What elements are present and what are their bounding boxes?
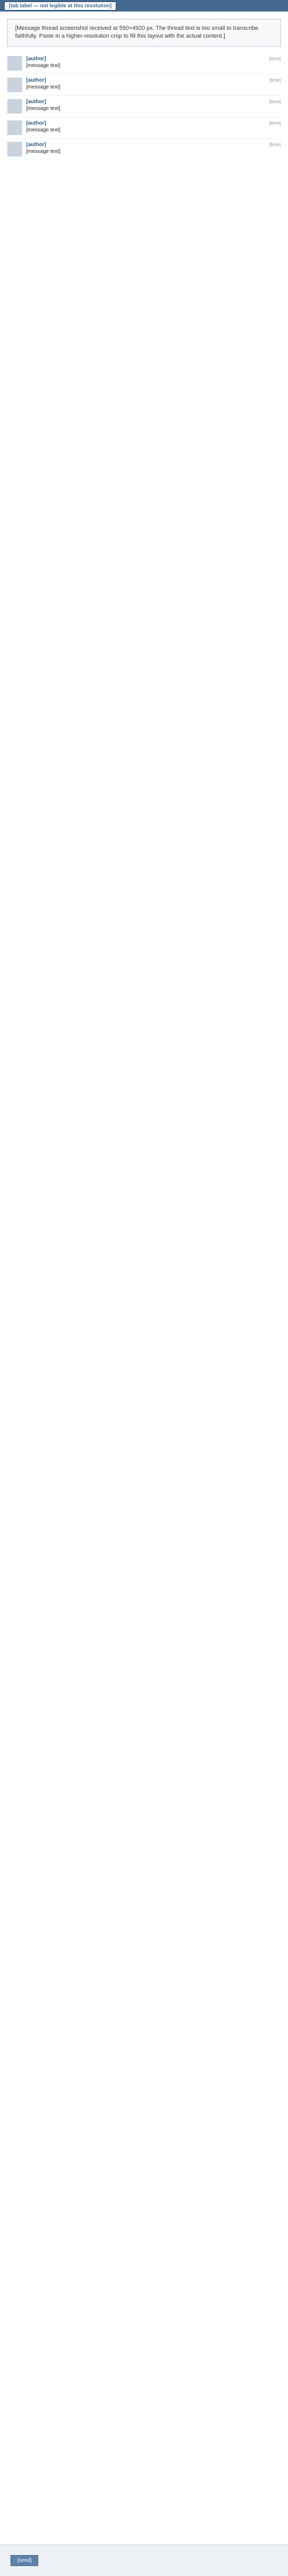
message-time: [time]	[269, 77, 281, 83]
avatar[interactable]	[7, 55, 22, 71]
placeholder-notice: [Message thread screenshot received at 5…	[7, 19, 281, 47]
message-header: [author] [time]	[26, 99, 281, 105]
conversation-tab[interactable]: [tab label — not legible at this resolut…	[4, 1, 117, 10]
message-body: [author] [time] [message text]	[26, 56, 281, 69]
send-button[interactable]: [send]	[10, 2555, 39, 2566]
message-header: [author] [time]	[26, 142, 281, 148]
message-item: [author] [time] [message text]	[7, 117, 281, 139]
message-header: [author] [time]	[26, 77, 281, 83]
avatar[interactable]	[7, 141, 22, 157]
message-text: [message text]	[26, 148, 61, 154]
message-item: [author] [time] [message text]	[7, 139, 281, 160]
message-author[interactable]: [author]	[26, 56, 46, 62]
message-author[interactable]: [author]	[26, 77, 46, 83]
message-time: [time]	[269, 55, 281, 61]
message-item: [author] [time] [message text]	[7, 96, 281, 117]
message-author[interactable]: [author]	[26, 99, 46, 105]
message-body: [author] [time] [message text]	[26, 120, 281, 133]
message-item: [author] [time] [message text]	[7, 74, 281, 96]
message-text: [message text]	[26, 127, 61, 133]
message-body: [author] [time] [message text]	[26, 77, 281, 90]
avatar[interactable]	[7, 98, 22, 114]
message-text: [message text]	[26, 105, 61, 112]
message-time: [time]	[269, 98, 281, 104]
message-author[interactable]: [author]	[26, 142, 46, 148]
message-text: [message text]	[26, 84, 61, 90]
window-top-bar: [tab label — not legible at this resolut…	[0, 0, 288, 12]
composer-bar: [send]	[0, 2545, 288, 2576]
avatar[interactable]	[7, 77, 22, 92]
message-header: [author] [time]	[26, 56, 281, 62]
avatar[interactable]	[7, 120, 22, 135]
message-author[interactable]: [author]	[26, 120, 46, 126]
message-body: [author] [time] [message text]	[26, 142, 281, 154]
message-text: [message text]	[26, 62, 61, 69]
message-header: [author] [time]	[26, 120, 281, 126]
message-body: [author] [time] [message text]	[26, 99, 281, 112]
message-item: [author] [time] [message text]	[7, 53, 281, 74]
message-time: [time]	[269, 120, 281, 126]
message-time: [time]	[269, 141, 281, 147]
message-thread: [author] [time] [message text] [author] …	[0, 51, 288, 160]
